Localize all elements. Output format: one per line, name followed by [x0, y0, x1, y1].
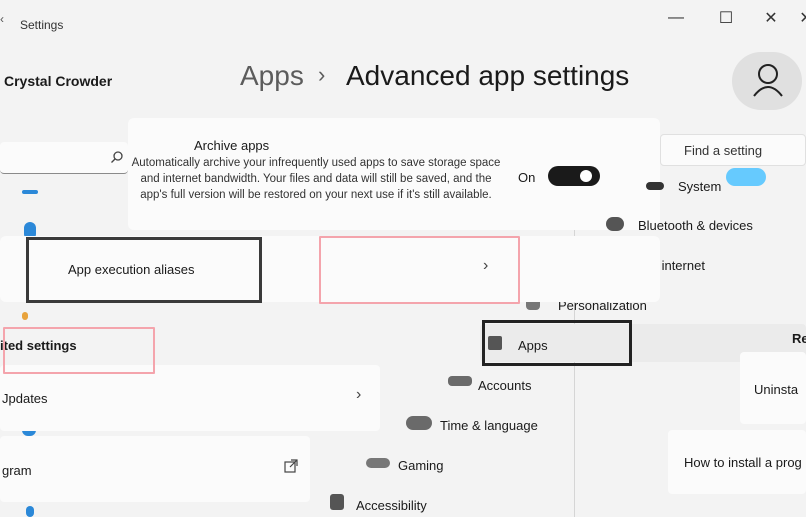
nav-item-gaming[interactable]: Gaming [398, 458, 444, 473]
program-card[interactable] [0, 436, 310, 502]
close-icon: ✕ [764, 10, 778, 27]
bluetooth-icon [606, 217, 624, 231]
nav-icon-system [22, 190, 38, 194]
page-title: Advanced app settings [346, 60, 630, 91]
focus-box-nav-apps [482, 320, 632, 366]
nav-icon-personalization [22, 312, 28, 320]
maximize-icon: ☐ [718, 10, 734, 27]
search-icon [111, 151, 123, 163]
close-button[interactable]: ✕ [751, 4, 791, 32]
nav-item-system[interactable]: System [678, 179, 721, 194]
minimize-icon: — [668, 9, 684, 26]
uninstall-label: Uninsta [754, 382, 799, 397]
archive-apps-toggle[interactable] [548, 166, 600, 186]
nav-item-time-language[interactable]: Time & language [440, 418, 538, 433]
search-placeholder: Find a setting [684, 143, 763, 158]
globe-clock-icon [406, 416, 432, 430]
updates-label: Jpdates [2, 391, 48, 406]
nav-item-accounts[interactable]: Accounts [478, 378, 531, 393]
external-link-icon [284, 459, 298, 473]
person-icon [448, 376, 472, 386]
accessibility-icon [330, 494, 344, 510]
highlight-related-settings [3, 327, 155, 374]
avatar[interactable] [732, 52, 802, 110]
archive-apps-title: Archive apps [194, 138, 270, 153]
archive-apps-description: Automatically archive your infrequently … [131, 157, 501, 201]
maximize-button[interactable]: ☐ [706, 4, 746, 32]
user-name: Crystal Crowder [4, 73, 113, 89]
window-title: Settings [20, 18, 64, 32]
nav-icon-accessibility [26, 506, 34, 517]
related-header-ghost: Re [792, 331, 806, 346]
chevron-right-icon: › [356, 386, 362, 403]
minimize-button[interactable]: — [656, 4, 696, 32]
close-button-ghost[interactable]: ✕ [796, 4, 806, 32]
person-icon [753, 64, 783, 97]
highlight-alias-chevron [319, 236, 520, 304]
nav-item-accessibility[interactable]: Accessibility [356, 498, 427, 513]
breadcrumb-separator-icon: › [318, 62, 326, 87]
back-arrow-icon[interactable]: ‹ [0, 12, 4, 26]
focus-box-alias-label [26, 237, 262, 303]
close-icon: ✕ [799, 10, 806, 27]
nav-item-bluetooth[interactable]: Bluetooth & devices [638, 218, 753, 233]
monitor-icon [646, 182, 664, 190]
program-label: gram [2, 463, 32, 478]
breadcrumb-apps[interactable]: Apps [240, 60, 304, 92]
ghost-toggle [726, 168, 766, 186]
howto-label: How to install a prog [684, 455, 802, 470]
sidebar-search-input[interactable] [0, 142, 128, 174]
updates-card[interactable] [0, 365, 380, 431]
toggle-knob [580, 170, 592, 182]
toggle-state-label: On [518, 170, 536, 185]
gamepad-icon [366, 458, 390, 468]
